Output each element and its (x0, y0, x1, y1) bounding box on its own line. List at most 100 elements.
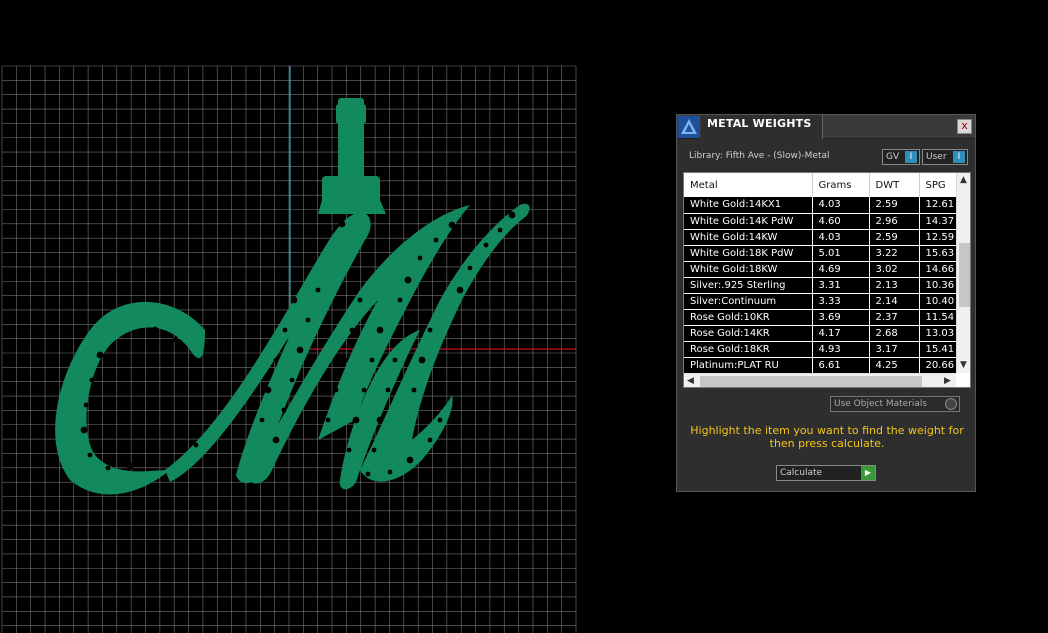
perforation-hole (338, 220, 346, 228)
column-header-grams[interactable]: Grams (812, 173, 870, 197)
table-row[interactable]: Silver:Continuum 3.33 2.14 10.40 (684, 293, 956, 310)
horizontal-scroll-thumb[interactable] (700, 376, 922, 387)
perforation-hole (357, 297, 363, 303)
table-cell: 12.59 (919, 229, 956, 246)
perforation-hole (105, 465, 111, 471)
calculate-label: Calculate (780, 468, 823, 478)
table-cell: Rose Gold:18KR (684, 341, 813, 358)
perforation-hole (259, 417, 265, 423)
table-cell: 12.61 (919, 197, 956, 214)
gv-toggle[interactable]: GV I (882, 149, 920, 165)
perforation-hole (448, 221, 456, 229)
table-cell: Silver:Continuum (684, 293, 813, 310)
table-cell: White Gold:18K PdW (684, 245, 813, 262)
calculate-button[interactable]: Calculate ▶ (776, 465, 876, 481)
table-row[interactable]: White Gold:14K PdW 4.60 2.96 14.37 (684, 213, 956, 230)
table-cell: 11.54 (919, 309, 956, 326)
table-row[interactable]: White Gold:14KX1 4.03 2.59 12.61 (684, 197, 956, 214)
perforation-hole (361, 387, 367, 393)
column-header-spg[interactable]: SPG (919, 173, 956, 197)
metal-table-clip: Metal Grams DWT SPG White Gold:14KX1 4.03… (684, 173, 956, 373)
table-cell: 3.02 (869, 261, 920, 278)
panel-titlebar[interactable]: METAL WEIGHTS x (677, 115, 975, 139)
perforation-hole (297, 272, 303, 278)
table-cell: 10.36 (919, 277, 956, 294)
perforation-hole (281, 407, 287, 413)
perforation-hole (83, 402, 89, 408)
perforation-hole (264, 386, 272, 394)
perforation-hole (327, 229, 333, 235)
library-label: Library: Fifth Ave - (Slow)-Metal (689, 151, 830, 161)
table-row[interactable]: Platinum:PLAT RU 6.61 4.25 20.66 (684, 357, 956, 373)
scroll-down-icon[interactable]: ▼ (960, 361, 967, 370)
table-cell: 2.14 (869, 293, 920, 310)
perforation-hole (483, 242, 489, 248)
perforation-hole (96, 351, 104, 359)
table-cell: 3.22 (869, 245, 920, 262)
perforation-hole (147, 455, 153, 461)
perforation-hole (207, 417, 213, 423)
perforation-hole (305, 317, 311, 323)
user-toggle-label: User (926, 152, 947, 162)
table-cell: 2.37 (869, 309, 920, 326)
use-object-materials-toggle[interactable]: Use Object Materials (830, 396, 960, 412)
perforation-hole (296, 346, 304, 354)
table-cell: 15.63 (919, 245, 956, 262)
horizontal-scrollbar[interactable]: ◀ ▶ (684, 373, 956, 387)
scroll-right-icon[interactable]: ▶ (944, 377, 951, 386)
perforation-hole (282, 327, 288, 333)
table-cell: Platinum:PLAT RU (684, 357, 813, 373)
instruction-text: Highlight the item you want to find the … (690, 424, 964, 450)
table-cell: 2.13 (869, 277, 920, 294)
column-header-dwt[interactable]: DWT (869, 173, 920, 197)
perforation-hole (376, 326, 384, 334)
perforation-hole (309, 255, 315, 261)
vertical-scrollbar[interactable]: ▲ ▼ (956, 173, 970, 373)
perforation-hole (427, 327, 433, 333)
perforation-hole (340, 356, 348, 364)
perforation-hole (126, 462, 134, 470)
table-cell: 4.25 (869, 357, 920, 373)
perforation-hole (193, 442, 199, 448)
perforation-hole (87, 452, 93, 458)
perforation-hole (221, 386, 229, 394)
perforation-hole (411, 387, 417, 393)
table-cell: 3.33 (812, 293, 870, 310)
perforation-hole (273, 357, 279, 363)
panel-title: METAL WEIGHTS (707, 117, 812, 130)
table-cell: Rose Gold:14KR (684, 325, 813, 342)
perforation-hole (508, 211, 516, 219)
table-cell: Silver:.925 Sterling (684, 277, 813, 294)
table-cell: 2.59 (869, 197, 920, 214)
table-row[interactable]: Rose Gold:14KR 4.17 2.68 13.03 (684, 325, 956, 342)
table-cell: White Gold:14KX1 (684, 197, 813, 214)
table-cell: 3.17 (869, 341, 920, 358)
perforation-hole (272, 436, 280, 444)
perforation-hole (290, 296, 298, 304)
table-cell: 2.68 (869, 325, 920, 342)
letter-m-model[interactable] (55, 98, 530, 495)
scroll-left-icon[interactable]: ◀ (687, 377, 694, 386)
perforation-hole (433, 237, 439, 243)
table-cell: 4.69 (812, 261, 870, 278)
scroll-up-icon[interactable]: ▲ (960, 176, 967, 185)
table-row[interactable]: White Gold:18K PdW 5.01 3.22 15.63 (684, 245, 956, 262)
table-cell: 4.03 (812, 197, 870, 214)
perforation-hole (346, 447, 352, 453)
table-cell: 15.41 (919, 341, 956, 358)
metal-table-grid: Metal Grams DWT SPG White Gold:14KX1 4.03… (684, 173, 956, 373)
close-button[interactable]: x (957, 119, 972, 134)
column-header-metal[interactable]: Metal (684, 173, 813, 197)
table-cell: 3.69 (812, 309, 870, 326)
table-row[interactable]: White Gold:18KW 4.69 3.02 14.66 (684, 261, 956, 278)
user-toggle[interactable]: User I (922, 149, 968, 165)
perforation-hole (80, 426, 88, 434)
table-row[interactable]: White Gold:14KW 4.03 2.59 12.59 (684, 229, 956, 246)
table-row[interactable]: Rose Gold:10KR 3.69 2.37 11.54 (684, 309, 956, 326)
perforation-hole (385, 387, 391, 393)
table-row[interactable]: Silver:.925 Sterling 3.31 2.13 10.36 (684, 277, 956, 294)
vertical-scroll-thumb[interactable] (959, 243, 970, 307)
table-cell: 6.61 (812, 357, 870, 373)
table-row[interactable]: Rose Gold:18KR 4.93 3.17 15.41 (684, 341, 956, 358)
metal-table[interactable]: Metal Grams DWT SPG White Gold:14KX1 4.03… (683, 172, 971, 388)
